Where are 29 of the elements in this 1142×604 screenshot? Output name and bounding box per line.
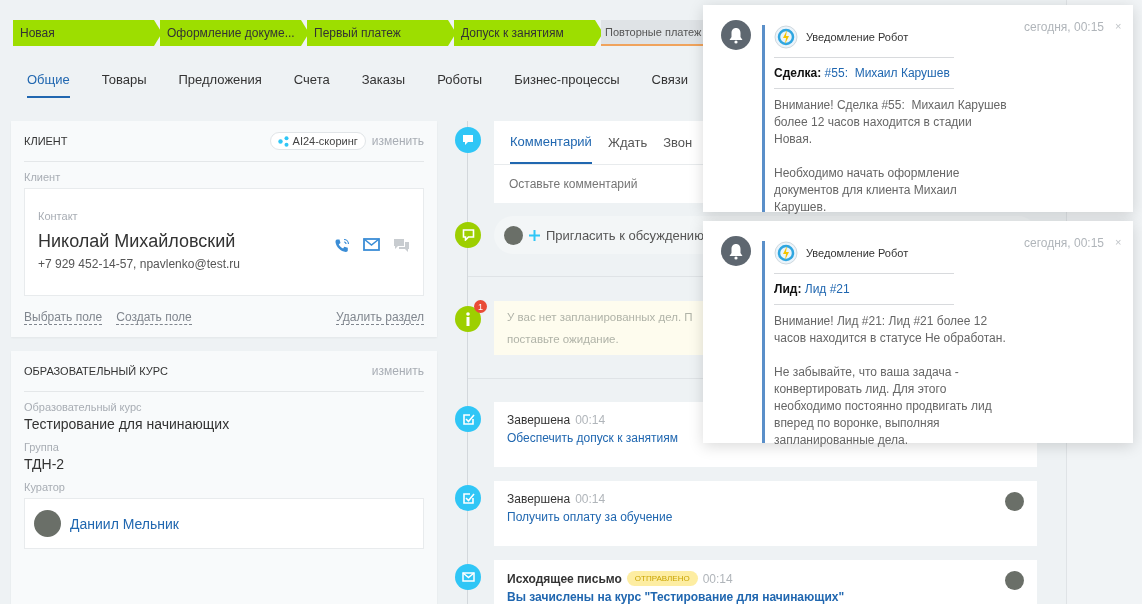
activity-time: 00:14 — [575, 492, 606, 506]
section-title: ОБРАЗОВАТЕЛЬНЫЙ КУРС — [24, 365, 169, 377]
notification-count: 1 — [474, 300, 487, 313]
notification-text: Необходимо начать оформление документов для клиента Михаил Карушев. — [774, 165, 961, 216]
entity-line: Сделка: #55: Михаил Карушев — [774, 66, 951, 80]
activity-title: Завершена — [507, 492, 571, 506]
sender-name: Уведомление Робот — [806, 247, 909, 259]
activity-title: Исходящее письмо — [507, 571, 622, 586]
field-label: Образовательный курс — [24, 401, 143, 413]
activity-time: 00:14 — [702, 571, 733, 586]
invite-label: Пригласить к обсуждению — [546, 227, 704, 243]
field-label: Клиент — [24, 171, 62, 183]
notification-time: сегодня, 00:15 — [1024, 20, 1105, 36]
notification-text: Не забывайте, что ваша задача - конвертировать лид. Для этого необходимо постоянно продвигать лид вперед по воронке, выполняя запланированные дела. — [774, 364, 993, 449]
field-label: Куратор — [24, 481, 66, 493]
sender-name: Уведомление Робот — [806, 31, 909, 43]
notification-text: Внимание! Сделка #55: Михаил Карушев более 12 часов находится в стадии Новая. — [774, 97, 1008, 148]
notification-time: сегодня, 00:15 — [1024, 236, 1105, 252]
field-value: ТДН-2 — [24, 456, 66, 472]
contact-details: +7 929 452-14-57, npavlenko@test.ru — [38, 257, 241, 271]
activity-title: Завершена — [507, 413, 571, 427]
activity-time: 00:14 — [575, 413, 606, 427]
status-badge: ОТПРАВЛЕНО — [626, 571, 698, 586]
field-value: Тестирование для начинающих — [24, 416, 231, 432]
entity-line: Лид: Лид #21 — [774, 282, 851, 296]
contact-label: Контакт — [38, 210, 79, 222]
field-label: Группа — [24, 441, 60, 453]
notification-text: Внимание! Лид #21: Лид #21 более 12 часов находится в статусе Не обработан. — [774, 313, 1007, 347]
section-title: КЛИЕНТ — [24, 135, 69, 147]
